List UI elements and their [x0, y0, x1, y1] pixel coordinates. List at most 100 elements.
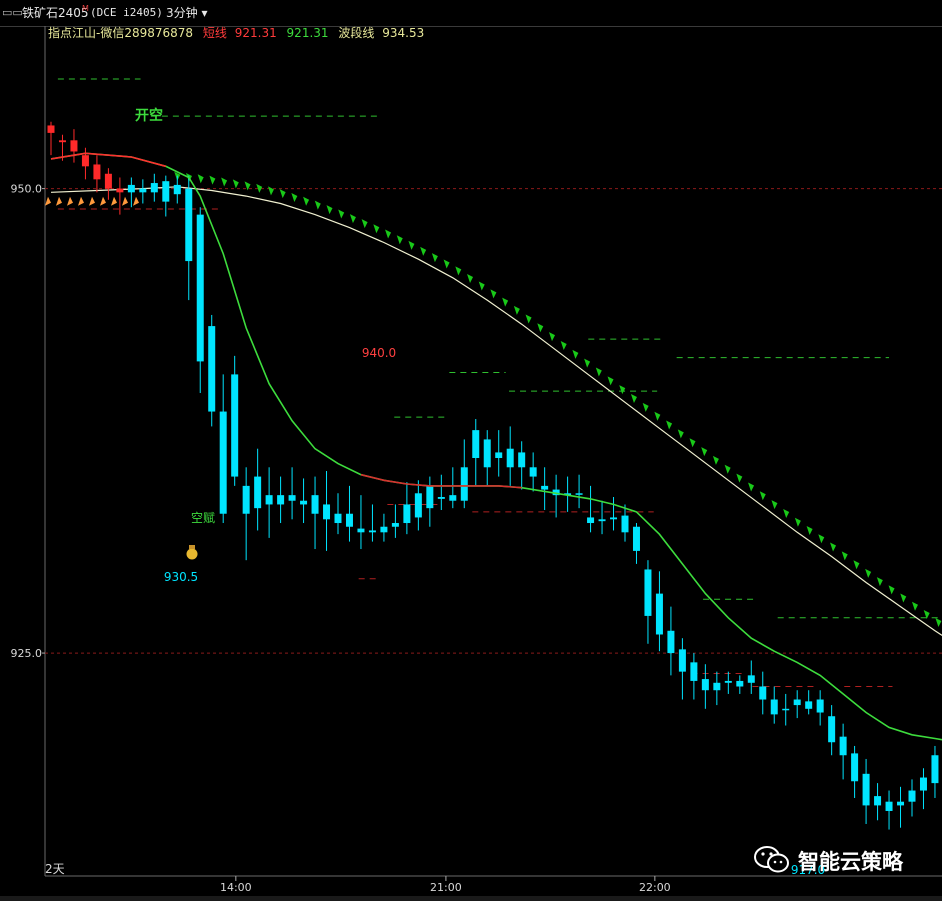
candle: [254, 448, 262, 531]
candle-body: [391, 523, 399, 527]
early-arrow-marker: [89, 196, 95, 206]
candle: [150, 173, 158, 202]
trend-arrow-marker: [619, 385, 626, 395]
candle-body: [828, 716, 836, 743]
candle-body: [311, 495, 319, 514]
trend-arrow-marker: [513, 305, 520, 315]
candle-body: [150, 183, 158, 193]
candle: [288, 467, 296, 520]
candle: [437, 474, 445, 511]
y-tick-label: 950.0: [11, 183, 43, 196]
x-tick-label: 21:00: [430, 881, 462, 894]
candle-body: [621, 515, 629, 533]
candle-body: [506, 448, 514, 468]
candle-body: [460, 467, 468, 501]
candle-body: [196, 214, 204, 362]
trend-arrow-marker: [830, 542, 837, 552]
candle: [173, 175, 181, 204]
candle: [724, 671, 732, 694]
trend-arrow-marker: [900, 593, 907, 603]
candle: [127, 177, 135, 208]
price-chart[interactable]: 950.0925.014:00 21:00 22:00开空空赋930.5940.09…: [0, 0, 942, 896]
candle: [93, 155, 101, 193]
candle: [162, 175, 170, 217]
candle-body: [47, 125, 55, 133]
candle-body: [254, 476, 262, 509]
candle: [862, 758, 870, 824]
candle: [690, 653, 698, 700]
trend-arrow-marker: [303, 196, 310, 206]
candle: [667, 606, 675, 676]
trend-arrow-marker: [748, 482, 755, 492]
x-tick-label: 14:00: [220, 881, 252, 894]
candle-body: [678, 649, 686, 672]
trend-arrow-marker: [443, 259, 450, 269]
candle: [782, 693, 790, 726]
candle-body: [127, 184, 135, 193]
candle-body: [770, 699, 778, 715]
candle: [816, 690, 824, 726]
candle: [460, 439, 468, 509]
candle-body: [839, 736, 847, 756]
trend-arrow-marker: [911, 601, 918, 611]
early-arrow-marker: [122, 196, 128, 206]
candle: [701, 664, 709, 709]
candle-body: [644, 569, 652, 616]
candle-body: [598, 519, 606, 522]
trend-arrow-marker: [712, 455, 719, 465]
candle: [391, 504, 399, 538]
candle-body: [851, 753, 859, 782]
candle-body: [793, 699, 801, 706]
candle-body: [81, 155, 89, 167]
trend-arrow-marker: [420, 246, 427, 256]
candle: [414, 480, 422, 531]
watermark-text: 智能云策略: [798, 850, 903, 874]
trend-arrow-marker: [279, 189, 286, 199]
trend-arrow-marker: [385, 229, 392, 239]
trend-arrow-marker: [642, 402, 649, 412]
candle-body: [897, 801, 905, 806]
trend-arrow-marker: [291, 192, 298, 202]
candle-body: [208, 326, 216, 412]
candle-body: [70, 140, 78, 152]
candle-body: [782, 708, 790, 711]
candle: [495, 430, 503, 477]
trend-arrow-marker: [888, 585, 895, 595]
candle: [311, 476, 319, 550]
candle: [632, 523, 640, 564]
candle: [770, 686, 778, 724]
candle-body: [483, 439, 491, 468]
money-bag-icon: [186, 545, 198, 560]
candle-body: [357, 528, 365, 533]
candle-body: [610, 517, 618, 520]
candle-body: [323, 504, 331, 520]
candle-body: [541, 485, 549, 490]
candle-body: [173, 184, 181, 195]
candle: [357, 495, 365, 550]
candle-body: [587, 517, 595, 524]
candle-body: [219, 411, 227, 514]
trend-arrow-marker: [677, 429, 684, 439]
candle-body: [805, 701, 813, 709]
candle: [104, 168, 112, 200]
trend-arrow-marker: [431, 253, 438, 263]
candle: [587, 485, 595, 533]
trend-arrow-marker: [736, 473, 743, 483]
candle: [678, 638, 686, 700]
trend-arrow-marker: [396, 235, 403, 245]
candle-body: [874, 796, 882, 806]
candle-body: [667, 630, 675, 654]
candle: [736, 675, 744, 694]
candle-body: [345, 513, 353, 527]
candle-body: [724, 680, 732, 683]
trend-arrow-marker: [467, 273, 474, 283]
candle: [575, 474, 583, 509]
y-tick-label: 925.0: [11, 647, 43, 660]
candle: [805, 690, 813, 715]
candle: [208, 314, 216, 427]
candle: [747, 660, 755, 694]
candle-body: [93, 164, 101, 180]
candle: [897, 786, 905, 828]
candle-body: [185, 188, 193, 262]
candle-body: [518, 452, 526, 468]
